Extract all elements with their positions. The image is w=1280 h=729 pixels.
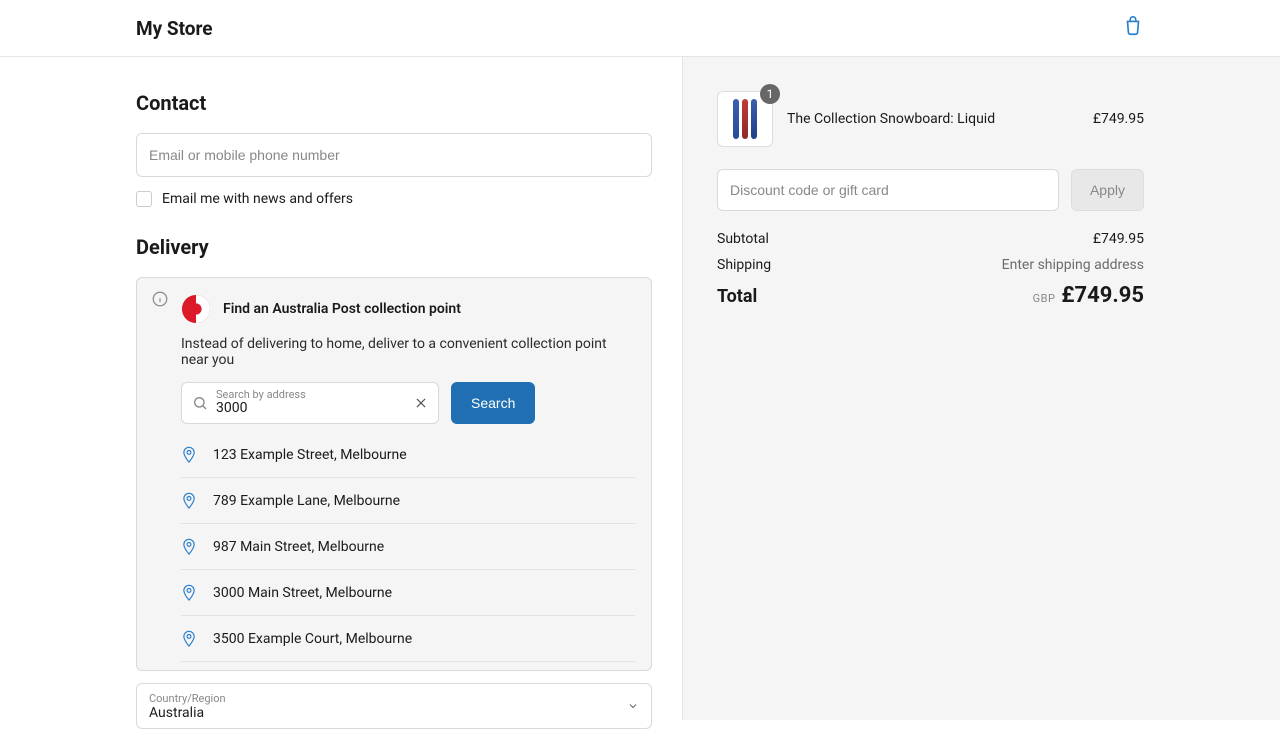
shipping-value: Enter shipping address [1002,257,1144,273]
result-item[interactable]: 123 Example Street, Melbourne [181,432,635,478]
email-input[interactable] [136,133,652,177]
subtotal-label: Subtotal [717,231,769,247]
result-item[interactable]: 3500 Example Court, Melbourne [181,616,635,662]
result-text: 3000 Main Street, Melbourne [213,585,392,601]
result-text: 789 Example Lane, Melbourne [213,493,400,509]
total-value: £749.95 [1061,283,1144,308]
clear-icon[interactable] [414,396,428,410]
chevron-down-icon [627,700,639,712]
store-name[interactable]: My Store [136,17,213,40]
pin-icon [181,492,197,510]
country-label: Country/Region [149,692,639,705]
product-price: £749.95 [1093,111,1144,127]
apply-button[interactable]: Apply [1071,169,1144,211]
currency: GBP [1033,292,1056,305]
cart-icon[interactable] [1122,15,1144,41]
product-thumbnail: 1 [717,91,773,147]
cart-line: 1 The Collection Snowboard: Liquid £749.… [717,91,1144,147]
info-icon [151,290,169,308]
result-item[interactable]: 987 Main Street, Melbourne [181,524,635,570]
discount-input[interactable] [717,169,1059,211]
collection-desc: Instead of delivering to home, deliver t… [181,336,635,368]
total-label: Total [717,286,757,307]
newsletter-label: Email me with news and offers [162,191,353,207]
result-text: 987 Main Street, Melbourne [213,539,384,555]
search-icon [192,395,208,411]
country-select[interactable]: Country/Region Australia [136,683,652,729]
collection-point-card: Find an Australia Post collection point … [136,277,652,671]
country-value: Australia [149,705,639,721]
shipping-label: Shipping [717,257,771,273]
auspost-logo-icon [181,294,211,324]
pin-icon [181,538,197,556]
header: My Store [0,0,1280,57]
product-name: The Collection Snowboard: Liquid [787,111,1079,127]
collection-title: Find an Australia Post collection point [223,301,461,317]
order-summary: 1 The Collection Snowboard: Liquid £749.… [683,57,1280,720]
results-list: 123 Example Street, Melbourne 789 Exampl… [181,432,635,662]
result-text: 123 Example Street, Melbourne [213,447,407,463]
search-value: 3000 [216,401,306,416]
result-text: 3500 Example Court, Melbourne [213,631,412,647]
address-search-input[interactable]: Search by address 3000 [181,382,439,424]
result-item[interactable]: 3000 Main Street, Melbourne [181,570,635,616]
subtotal-value: £749.95 [1093,231,1144,247]
delivery-title: Delivery [136,235,652,259]
result-item[interactable]: 789 Example Lane, Melbourne [181,478,635,524]
search-button[interactable]: Search [451,382,535,424]
qty-badge: 1 [760,84,780,104]
newsletter-checkbox[interactable] [136,191,152,207]
pin-icon [181,446,197,464]
pin-icon [181,630,197,648]
checkout-form: Contact Email me with news and offers De… [0,57,683,720]
contact-title: Contact [136,91,652,115]
pin-icon [181,584,197,602]
